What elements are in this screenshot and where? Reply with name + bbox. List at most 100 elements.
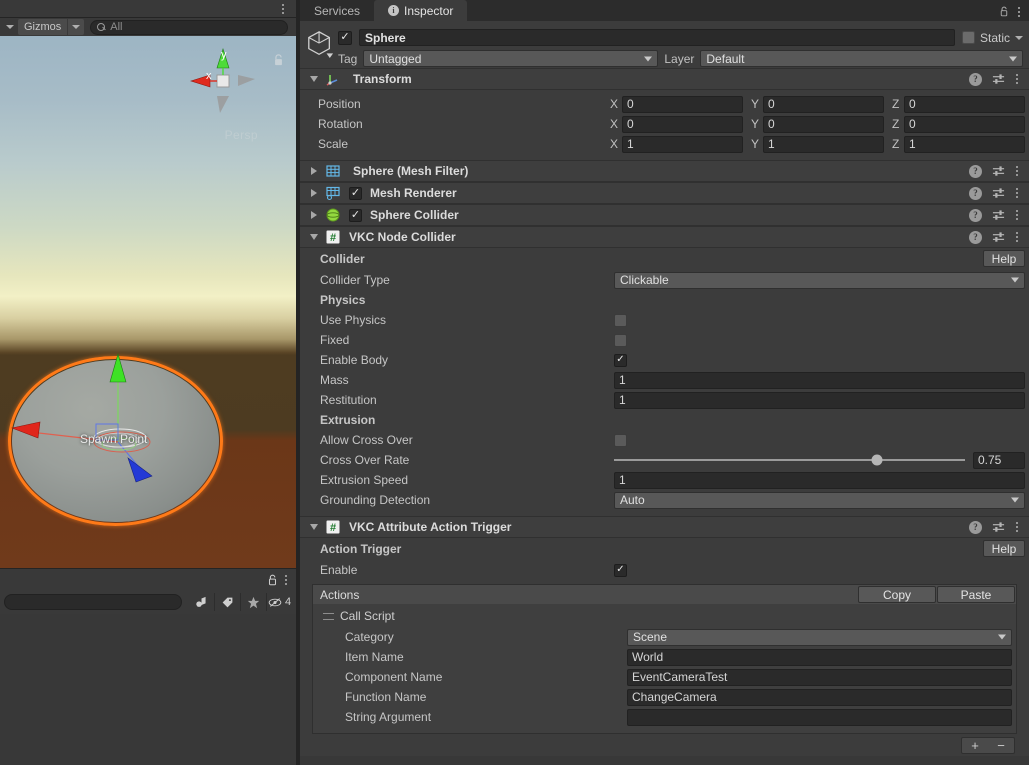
component-header-mesh-renderer[interactable]: Mesh Renderer ? <box>300 182 1029 204</box>
position-x-input[interactable]: 0 <box>622 95 743 113</box>
help-icon[interactable]: ? <box>969 520 982 534</box>
preset-icon[interactable] <box>992 521 1005 534</box>
scene-panel-menu-icon[interactable] <box>278 2 288 16</box>
gameobject-enabled-checkbox[interactable] <box>338 30 352 45</box>
hierarchy-menu-icon[interactable] <box>284 573 288 586</box>
add-action-button[interactable]: + <box>962 738 988 753</box>
collider-help-button[interactable]: Help <box>983 250 1025 267</box>
component-header-vkc-node-collider[interactable]: # VKC Node Collider ? <box>300 226 1029 248</box>
tag-dropdown[interactable]: Untagged <box>363 50 659 67</box>
preset-icon[interactable] <box>992 165 1005 178</box>
function-name-input[interactable]: ChangeCamera <box>627 688 1012 706</box>
component-name-input[interactable]: EventCameraTest <box>627 668 1012 686</box>
restitution-input[interactable]: 1 <box>614 391 1025 409</box>
rotation-z-input[interactable]: 0 <box>904 115 1025 133</box>
mesh-renderer-foldout-icon[interactable] <box>308 189 319 197</box>
position-y-input[interactable]: 0 <box>763 95 884 113</box>
inspector-lock-icon[interactable] <box>999 6 1009 17</box>
mass-input[interactable]: 1 <box>614 371 1025 389</box>
preset-icon[interactable] <box>992 231 1005 244</box>
allow-cross-over-checkbox[interactable] <box>614 433 627 447</box>
hidden-objects-count[interactable]: 4 <box>266 593 292 611</box>
help-icon[interactable]: ? <box>969 230 982 244</box>
enable-checkbox[interactable] <box>614 563 627 577</box>
help-icon[interactable]: ? <box>969 208 982 222</box>
tag-icon[interactable] <box>214 593 240 611</box>
scene-axis-gizmo[interactable]: x y <box>188 46 258 116</box>
tag-label: Tag <box>338 51 358 66</box>
paste-button[interactable]: Paste <box>937 586 1015 603</box>
preset-icon[interactable] <box>992 209 1005 222</box>
cross-over-rate-input[interactable]: 0.75 <box>973 451 1025 469</box>
tab-services[interactable]: Services <box>300 0 375 21</box>
rotation-y-input[interactable]: 0 <box>763 115 884 133</box>
mesh-renderer-enabled-checkbox[interactable] <box>349 186 362 200</box>
preset-icon[interactable] <box>992 187 1005 200</box>
help-icon[interactable]: ? <box>969 164 982 178</box>
grounding-detection-dropdown[interactable]: Auto <box>614 491 1025 509</box>
fixed-checkbox[interactable] <box>614 333 627 347</box>
hierarchy-lock-icon[interactable] <box>267 574 278 586</box>
component-menu-icon[interactable] <box>1015 165 1019 178</box>
vkc-node-collider-foldout-icon[interactable] <box>308 234 319 240</box>
scene-move-gizmo[interactable] <box>0 336 296 536</box>
cross-over-rate-slider[interactable] <box>614 454 965 466</box>
component-menu-icon[interactable] <box>1015 187 1019 200</box>
scene-search-input[interactable]: All <box>90 19 288 35</box>
rotation-x-input[interactable]: 0 <box>622 115 743 133</box>
mesh-filter-foldout-icon[interactable] <box>308 167 319 175</box>
component-menu-icon[interactable] <box>1015 73 1019 86</box>
scene-viewport[interactable]: x y Persp Spawn Point <box>0 36 296 568</box>
string-argument-input[interactable] <box>627 708 1012 726</box>
help-icon[interactable]: ? <box>969 186 982 200</box>
inspector-menu-icon[interactable] <box>1017 5 1021 18</box>
extrusion-speed-input[interactable]: 1 <box>614 471 1025 489</box>
axis-y-label: Y <box>751 97 760 111</box>
favorite-star-icon[interactable] <box>240 593 266 611</box>
function-name-label: Function Name <box>345 690 427 704</box>
component-header-transform[interactable]: Transform ? <box>300 68 1029 90</box>
audio-mute-icon[interactable] <box>188 593 214 611</box>
static-checkbox[interactable] <box>961 31 975 44</box>
restitution-label: Restitution <box>320 393 377 407</box>
gizmos-dropdown-icon[interactable] <box>67 19 85 35</box>
vkc-action-trigger-foldout-icon[interactable] <box>308 524 319 530</box>
static-dropdown-icon[interactable] <box>1015 35 1023 40</box>
component-menu-icon[interactable] <box>1015 521 1019 534</box>
mass-value: 1 <box>619 373 626 387</box>
action-trigger-help-button[interactable]: Help <box>983 540 1025 557</box>
enable-body-checkbox[interactable] <box>614 353 627 367</box>
component-header-mesh-filter[interactable]: Sphere (Mesh Filter) ? <box>300 160 1029 182</box>
gizmos-button[interactable]: Gizmos <box>18 19 68 35</box>
position-z-input[interactable]: 0 <box>904 95 1025 113</box>
scale-z-input[interactable]: 1 <box>904 135 1025 153</box>
remove-action-button[interactable]: − <box>988 738 1014 753</box>
scale-x-input[interactable]: 1 <box>622 135 743 153</box>
component-menu-icon[interactable] <box>1015 209 1019 222</box>
sphere-collider-foldout-icon[interactable] <box>308 211 319 219</box>
component-header-sphere-collider[interactable]: Sphere Collider ? <box>300 204 1029 226</box>
layer-dropdown[interactable]: Default <box>700 50 1023 67</box>
scale-y-input[interactable]: 1 <box>763 135 884 153</box>
component-menu-icon[interactable] <box>1015 231 1019 244</box>
action-trigger-section-title: Action Trigger <box>320 542 402 556</box>
component-header-vkc-action-trigger[interactable]: # VKC Attribute Action Trigger ? <box>300 516 1029 538</box>
collider-type-dropdown[interactable]: Clickable <box>614 271 1025 289</box>
use-physics-checkbox[interactable] <box>614 313 627 327</box>
hierarchy-search-input[interactable] <box>4 594 182 610</box>
sphere-collider-enabled-checkbox[interactable] <box>349 208 362 222</box>
transform-foldout-icon[interactable] <box>308 76 319 82</box>
help-icon[interactable]: ? <box>969 72 982 86</box>
hierarchy-content-area[interactable] <box>0 614 296 765</box>
action-item-header[interactable]: Call Script <box>313 607 1016 627</box>
cross-over-rate-slider-handle[interactable] <box>871 454 883 466</box>
tab-inspector[interactable]: i Inspector <box>374 0 468 21</box>
copy-button[interactable]: Copy <box>858 586 936 603</box>
category-dropdown[interactable]: Scene <box>627 628 1012 646</box>
preset-icon[interactable] <box>992 73 1005 86</box>
scene-overflow-caret-icon[interactable] <box>2 19 18 35</box>
item-name-input[interactable]: World <box>627 648 1012 666</box>
drag-handle-icon[interactable] <box>323 612 334 620</box>
scene-lock-icon[interactable] <box>273 54 284 66</box>
gameobject-name-input[interactable]: Sphere <box>359 29 955 46</box>
